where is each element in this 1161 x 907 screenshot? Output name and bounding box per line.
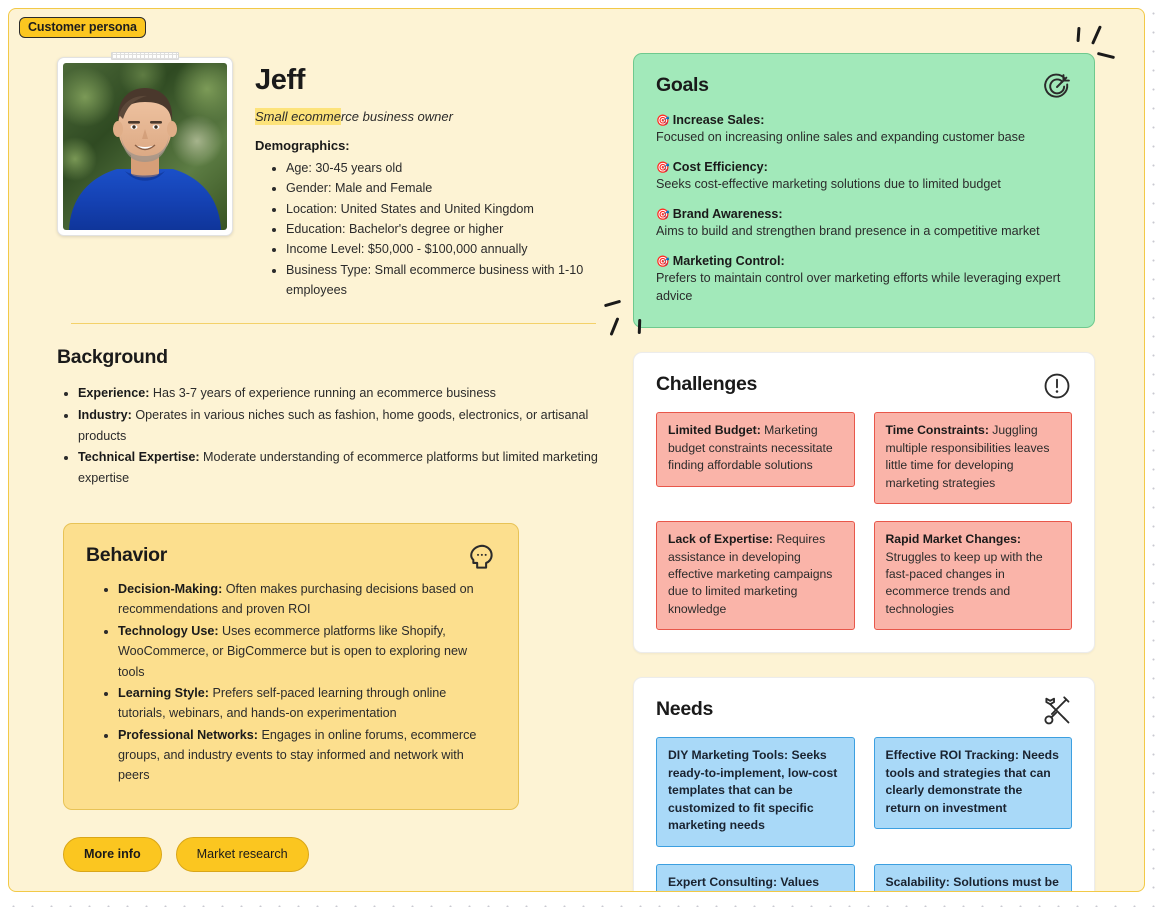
persona-header: Jeff Small ecommerce business owner Demo… [57, 52, 617, 301]
background-section: Background Experience: Has 3-7 years of … [57, 346, 617, 489]
action-button-row: More info Market research [63, 836, 617, 872]
persona-board: Customer persona Jeff Small ecommerce bu… [8, 8, 1145, 892]
goal-description: Focused on increasing online sales and e… [656, 130, 1025, 144]
target-bullet-icon: 🎯 [656, 161, 670, 174]
goal-item: 🎯 Increase Sales: Focused on increasing o… [656, 113, 1072, 147]
persona-info: Jeff Small ecommerce business owner Demo… [255, 57, 617, 301]
needs-card: Needs DIY Marketing Tools: Seeks ready-t… [633, 677, 1095, 891]
persona-role-highlight: Small ecomme [255, 107, 341, 125]
target-bullet-icon: 🎯 [656, 208, 670, 221]
need-tile: Effective ROI Tracking: Needs tools and … [873, 737, 1072, 830]
list-item: Education: Bachelor's degree or higher [286, 219, 617, 239]
list-item: Technology Use: Uses ecommerce platforms… [118, 621, 496, 682]
goal-item: 🎯 Brand Awareness: Aims to build and stre… [656, 207, 1072, 241]
target-bullet-icon: 🎯 [656, 255, 670, 268]
list-item: Industry: Operates in various niches suc… [78, 405, 617, 447]
list-item: Age: 30-45 years old [286, 158, 617, 178]
list-item: Income Level: $50,000 - $100,000 annuall… [286, 239, 617, 259]
goals-card: Goals 🎯 Increase Sales: Focused on increa… [633, 53, 1095, 329]
target-arrow-icon [1040, 70, 1074, 104]
list-item: Learning Style: Prefers self-paced learn… [118, 683, 496, 724]
list-item: Gender: Male and Female [286, 178, 617, 198]
goal-item: 🎯 Marketing Control: Prefers to maintain … [656, 254, 1072, 306]
list-item-text: Operates in various niches such as fashi… [78, 407, 589, 443]
persona-photo [63, 63, 227, 230]
list-item-term: Decision-Making: [118, 581, 223, 596]
persona-photo-frame [57, 52, 233, 236]
market-research-button[interactable]: Market research [175, 836, 309, 872]
list-item-text: Has 3-7 years of experience running an e… [149, 386, 496, 401]
goal-description: Seeks cost-effective marketing solutions… [656, 176, 1001, 191]
right-column: Goals 🎯 Increase Sales: Focused on increa… [633, 53, 1095, 891]
tile-term: Time Constraints: [885, 423, 989, 438]
section-divider [71, 322, 596, 325]
persona-role-rest: rce business owner [340, 108, 453, 124]
need-tile: DIY Marketing Tools: Seeks ready-to-impl… [656, 737, 855, 847]
need-tile: Expert Consulting: Values access to expe… [656, 863, 855, 891]
goal-term: 🎯 Cost Efficiency: [656, 159, 768, 174]
list-item-term: Industry: [78, 407, 132, 422]
list-item-term: Professional Networks: [118, 727, 258, 742]
challenges-tiles: Limited Budget: Marketing budget constra… [656, 412, 1072, 631]
tools-wrench-screwdriver-icon [1040, 694, 1074, 728]
list-item: Technical Expertise: Moderate understand… [78, 447, 617, 489]
exclamation-circle-icon [1040, 369, 1074, 403]
head-thought-icon [464, 540, 498, 574]
background-title: Background [57, 346, 168, 369]
persona-role: Small ecommerce business owner [255, 107, 453, 125]
persona-name: Jeff [255, 64, 305, 96]
tile-term: Limited Budget: [668, 423, 761, 438]
target-bullet-icon: 🎯 [656, 115, 670, 127]
list-item: Business Type: Small ecommerce business … [286, 260, 617, 301]
tile-term: Lack of Expertise: [668, 532, 773, 547]
behavior-card: Behavior Decision-Making: Often makes pu… [63, 522, 519, 810]
more-info-button[interactable]: More info [63, 836, 162, 872]
goal-term: 🎯 Increase Sales: [656, 113, 765, 127]
behavior-list: Decision-Making: Often makes purchasing … [86, 579, 496, 786]
behavior-title: Behavior [86, 543, 168, 566]
challenge-tile: Rapid Market Changes: Struggles to keep … [873, 521, 1072, 631]
list-item: Experience: Has 3-7 years of experience … [78, 383, 617, 404]
washi-tape-decoration [111, 52, 179, 60]
goal-term: 🎯 Marketing Control: [656, 253, 785, 268]
list-item: Location: United States and United Kingd… [286, 199, 617, 219]
demographics-label: Demographics: [255, 137, 350, 153]
goal-description: Aims to build and strengthen brand prese… [656, 223, 1040, 238]
challenges-title: Challenges [656, 373, 758, 396]
list-item: Decision-Making: Often makes purchasing … [118, 579, 496, 620]
needs-tiles: DIY Marketing Tools: Seeks ready-to-impl… [656, 737, 1072, 891]
challenges-card: Challenges Limited Budget: Marketing bud… [633, 352, 1095, 654]
challenge-tile: Lack of Expertise: Requires assistance i… [656, 521, 855, 631]
challenge-tile: Limited Budget: Marketing budget constra… [656, 412, 855, 487]
challenge-tile: Time Constraints: Juggling multiple resp… [873, 412, 1072, 505]
left-column: Jeff Small ecommerce business owner Demo… [57, 52, 617, 872]
demographics-list: Age: 30-45 years old Gender: Male and Fe… [255, 158, 617, 301]
board-columns: Jeff Small ecommerce business owner Demo… [9, 9, 1144, 891]
list-item-term: Learning Style: [118, 685, 209, 700]
goal-term: 🎯 Brand Awareness: [656, 206, 783, 221]
list-item-term: Technical Expertise: [78, 450, 200, 465]
tile-term: Rapid Market Changes: [885, 532, 1021, 547]
list-item-term: Technology Use: [118, 623, 219, 638]
board-tag-badge[interactable]: Customer persona [19, 17, 146, 38]
list-item-term: Experience: [78, 386, 150, 401]
goal-item: 🎯 Cost Efficiency: Seeks cost-effective m… [656, 160, 1072, 194]
tile-text: Struggles to keep up with the fast-paced… [885, 549, 1043, 616]
need-tile: Scalability: Solutions must be scalable … [873, 863, 1072, 891]
goals-title: Goals [656, 74, 709, 96]
background-list: Experience: Has 3-7 years of experience … [57, 383, 617, 489]
list-item: Professional Networks: Engages in online… [118, 725, 496, 786]
needs-title: Needs [656, 698, 714, 721]
goal-description: Prefers to maintain control over marketi… [656, 270, 1061, 303]
